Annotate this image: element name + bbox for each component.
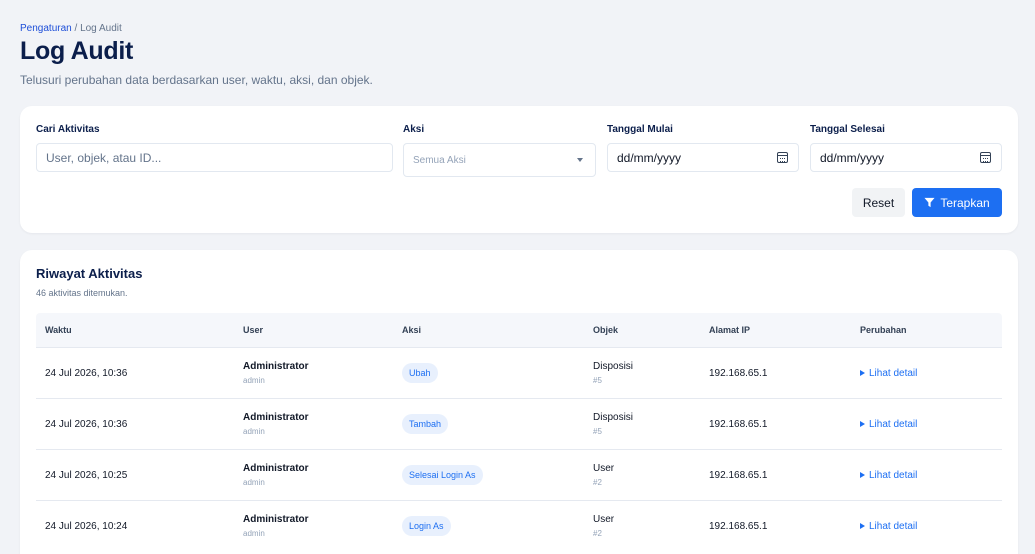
- reset-button[interactable]: Reset: [852, 188, 905, 217]
- row-ip-address: 192.168.65.1: [709, 368, 768, 379]
- row-time: 24 Jul 2026, 10:25: [45, 470, 128, 481]
- row-object: User: [593, 514, 615, 525]
- column-header-object: Objek: [593, 325, 619, 335]
- row-username: admin: [243, 529, 265, 538]
- row-object-id: #2: [593, 529, 602, 538]
- row-ip-address: 192.168.65.1: [709, 521, 768, 532]
- breadcrumb: Pengaturan / Log Audit: [20, 23, 122, 34]
- audit-table: Waktu User Aksi Objek Alamat IP Perubaha…: [36, 313, 1002, 551]
- row-user-name: Administrator: [243, 361, 309, 372]
- search-label: Cari Aktivitas: [36, 124, 100, 135]
- caret-right-icon: [860, 472, 865, 478]
- action-badge: Tambah: [402, 414, 449, 434]
- row-time: 24 Jul 2026, 10:24: [45, 521, 128, 532]
- page-subtitle: Telusuri perubahan data berdasarkan user…: [20, 73, 373, 87]
- breadcrumb-link-settings[interactable]: Pengaturan: [20, 23, 72, 34]
- view-detail-link[interactable]: Lihat detail: [860, 419, 917, 430]
- row-object: User: [593, 463, 615, 474]
- breadcrumb-current: Log Audit: [80, 23, 122, 34]
- start-date-label: Tanggal Mulai: [607, 124, 673, 135]
- page-title: Log Audit: [20, 37, 133, 65]
- calendar-icon[interactable]: [777, 152, 788, 163]
- row-user-name: Administrator: [243, 463, 309, 474]
- column-header-user: User: [243, 325, 264, 335]
- view-detail-link[interactable]: Lihat detail: [860, 521, 917, 532]
- caret-right-icon: [860, 421, 865, 427]
- row-object: Disposisi: [593, 361, 634, 372]
- start-date-input[interactable]: dd/mm/yyyy: [607, 143, 799, 172]
- row-username: admin: [243, 427, 265, 436]
- table-row: 24 Jul 2026, 10:36 Administrator admin U…: [36, 347, 1002, 398]
- action-badge: Ubah: [402, 363, 438, 383]
- view-detail-link[interactable]: Lihat detail: [860, 470, 917, 481]
- row-object-id: #5: [593, 427, 602, 436]
- chevron-down-icon: [577, 158, 583, 162]
- search-input[interactable]: User, objek, atau ID...: [36, 143, 393, 172]
- end-date-label: Tanggal Selesai: [810, 124, 885, 135]
- view-detail-label: Lihat detail: [869, 368, 918, 379]
- row-ip-address: 192.168.65.1: [709, 419, 768, 430]
- action-select-value: Semua Aksi: [413, 154, 466, 166]
- row-object-id: #2: [593, 478, 602, 487]
- table-row: 24 Jul 2026, 10:24 Administrator admin L…: [36, 500, 1002, 551]
- caret-right-icon: [860, 523, 865, 529]
- table-row: 24 Jul 2026, 10:25 Administrator admin S…: [36, 449, 1002, 500]
- end-date-input[interactable]: dd/mm/yyyy: [810, 143, 1002, 172]
- action-label: Aksi: [403, 124, 425, 135]
- start-date-value: dd/mm/yyyy: [617, 150, 682, 165]
- activity-history-card: Riwayat Aktivitas 46 aktivitas ditemukan…: [20, 250, 1018, 554]
- end-date-value: dd/mm/yyyy: [820, 150, 885, 165]
- column-header-changes: Perubahan: [860, 325, 907, 335]
- row-ip-address: 192.168.65.1: [709, 470, 768, 481]
- row-time: 24 Jul 2026, 10:36: [45, 419, 128, 430]
- filter-icon: [924, 197, 935, 208]
- view-detail-link[interactable]: Lihat detail: [860, 368, 917, 379]
- breadcrumb-separator: /: [71, 23, 81, 34]
- table-row: 24 Jul 2026, 10:36 Administrator admin T…: [36, 398, 1002, 449]
- view-detail-label: Lihat detail: [869, 521, 918, 532]
- history-count: 46 aktivitas ditemukan.: [36, 288, 128, 298]
- row-object-id: #5: [593, 376, 602, 385]
- caret-right-icon: [860, 370, 865, 376]
- apply-button[interactable]: Terapkan: [912, 188, 1002, 217]
- history-title: Riwayat Aktivitas: [36, 266, 143, 281]
- search-placeholder: User, objek, atau ID...: [46, 150, 162, 165]
- table-header: Waktu User Aksi Objek Alamat IP Perubaha…: [36, 313, 1002, 347]
- apply-button-label: Terapkan: [940, 195, 990, 210]
- row-username: admin: [243, 376, 265, 385]
- column-header-time: Waktu: [45, 325, 72, 335]
- view-detail-label: Lihat detail: [869, 470, 918, 481]
- column-header-ip: Alamat IP: [709, 325, 751, 335]
- column-header-action: Aksi: [402, 325, 422, 335]
- row-user-name: Administrator: [243, 412, 309, 423]
- view-detail-label: Lihat detail: [869, 419, 918, 430]
- filter-card: Cari Aktivitas User, objek, atau ID... A…: [20, 106, 1018, 233]
- action-badge: Selesai Login As: [402, 465, 483, 485]
- row-username: admin: [243, 478, 265, 487]
- action-badge: Login As: [402, 516, 451, 536]
- row-user-name: Administrator: [243, 514, 309, 525]
- action-select[interactable]: Semua Aksi: [403, 143, 596, 177]
- row-object: Disposisi: [593, 412, 634, 423]
- calendar-icon[interactable]: [980, 152, 991, 163]
- row-time: 24 Jul 2026, 10:36: [45, 368, 128, 379]
